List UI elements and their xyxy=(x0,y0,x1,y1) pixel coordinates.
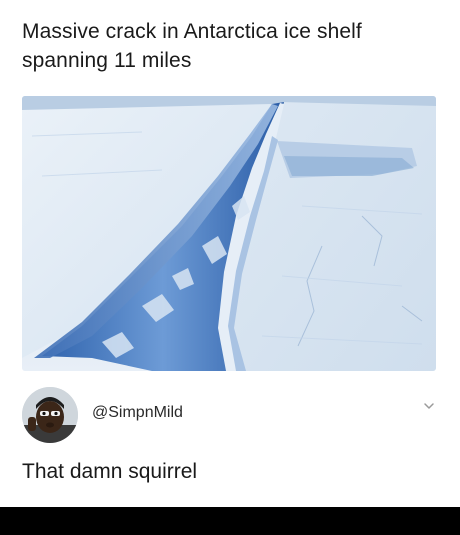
comment-username[interactable]: @SimpnMild xyxy=(92,404,183,422)
faint-mark xyxy=(180,392,183,402)
user-avatar-icon[interactable] xyxy=(22,387,78,443)
meme-post: Massive crack in Antarctica ice shelf sp… xyxy=(0,0,460,507)
caption-line-1: Massive crack in Antarctica ice shelf xyxy=(22,20,362,43)
comment-text: That damn squirrel xyxy=(22,460,198,483)
bottom-black-band xyxy=(0,507,460,535)
post-caption: Massive crack in Antarctica ice shelf sp… xyxy=(22,17,442,75)
chevron-down-icon[interactable] xyxy=(422,399,436,413)
comment-row: @SimpnMild xyxy=(22,387,442,443)
caption-line-2: spanning 11 miles xyxy=(22,49,192,72)
ice-shelf-crack-photo xyxy=(22,96,436,371)
